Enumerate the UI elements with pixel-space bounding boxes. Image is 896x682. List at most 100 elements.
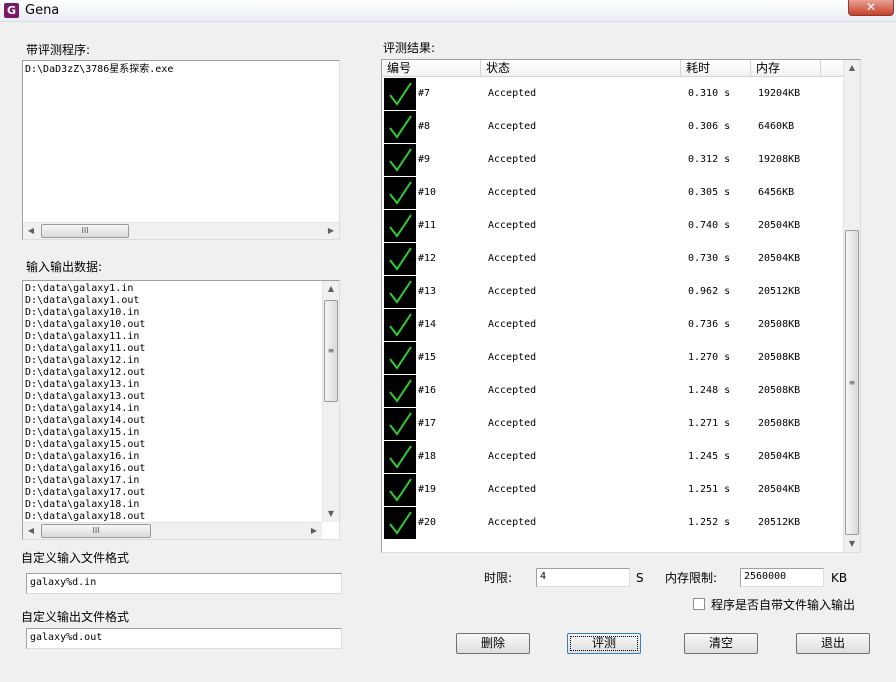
result-memory: 20504KB — [758, 220, 801, 231]
io-file-item[interactable]: D:\data\galaxy1.out — [23, 295, 339, 307]
result-row[interactable]: #18 Accepted 1.245 s 20504KB — [382, 440, 844, 473]
custom-output-label: 自定义输出文件格式 — [21, 610, 130, 624]
check-icon — [384, 276, 416, 308]
result-row[interactable]: #9 Accepted 0.312 s 19208KB — [382, 143, 844, 176]
result-row[interactable]: #16 Accepted 1.248 s 20508KB — [382, 374, 844, 407]
result-id: #15 — [418, 352, 437, 363]
own-file-io-checkbox[interactable] — [693, 598, 705, 610]
column-header-memory[interactable]: 内存 — [751, 60, 821, 77]
result-status: Accepted — [488, 154, 537, 165]
results-label: 评测结果: — [383, 41, 436, 55]
time-unit: S — [636, 571, 644, 585]
check-icon — [384, 375, 416, 407]
result-status: Accepted — [488, 418, 537, 429]
result-id: #17 — [418, 418, 437, 429]
io-file-item[interactable]: D:\data\galaxy12.out — [23, 367, 339, 379]
result-row[interactable]: #10 Accepted 0.305 s 6456KB — [382, 176, 844, 209]
scroll-down-icon[interactable]: ▼ — [323, 506, 339, 522]
result-time: 0.310 s — [688, 88, 731, 99]
memory-limit-field[interactable]: 2560000 — [740, 568, 824, 587]
io-file-item[interactable]: D:\data\galaxy13.out — [23, 391, 339, 403]
clear-button[interactable]: 清空 — [684, 633, 758, 654]
results-vscrollbar[interactable]: ▲ ≡ ▼ — [843, 60, 860, 552]
check-icon — [384, 474, 416, 506]
scroll-right-icon[interactable]: ▶ — [306, 523, 322, 539]
time-limit-field[interactable]: 4 — [536, 568, 630, 587]
result-memory: 20508KB — [758, 418, 801, 429]
result-memory: 20512KB — [758, 286, 801, 297]
io-hscrollbar[interactable]: ◀ III ▶ — [23, 522, 322, 539]
result-time: 0.730 s — [688, 253, 731, 264]
result-row[interactable]: #11 Accepted 0.740 s 20504KB — [382, 209, 844, 242]
result-time: 0.306 s — [688, 121, 731, 132]
result-row[interactable]: #7 Accepted 0.310 s 19204KB — [382, 77, 844, 110]
result-id: #11 — [418, 220, 437, 231]
program-hscrollbar[interactable]: ◀ III ▶ — [23, 222, 339, 239]
result-row[interactable]: #20 Accepted 1.252 s 20512KB — [382, 506, 844, 539]
result-memory: 19208KB — [758, 154, 801, 165]
column-header-id[interactable]: 编号 — [382, 60, 481, 77]
scroll-left-icon[interactable]: ◀ — [23, 223, 39, 239]
check-icon — [384, 78, 416, 110]
io-file-item[interactable]: D:\data\galaxy17.in — [23, 475, 339, 487]
result-memory: 19204KB — [758, 88, 801, 99]
result-id: #8 — [418, 121, 431, 132]
exit-button[interactable]: 退出 — [796, 633, 870, 654]
io-file-item[interactable]: D:\data\galaxy18.in — [23, 499, 339, 511]
program-path-box[interactable]: D:\DaD3zZ\3786星系探索.exe ◀ III ▶ — [22, 60, 340, 240]
io-file-item[interactable]: D:\data\galaxy14.out — [23, 415, 339, 427]
io-data-list[interactable]: D:\data\galaxy1.in D:\data\galaxy1.out D:\… — [22, 280, 340, 540]
check-icon — [384, 507, 416, 539]
result-memory: 20504KB — [758, 253, 801, 264]
own-file-io-label[interactable]: 程序是否自带文件输入输出 — [711, 596, 855, 613]
io-vscroll-thumb[interactable]: ≡ — [324, 300, 338, 402]
scroll-left-icon[interactable]: ◀ — [23, 523, 39, 539]
io-file-item[interactable]: D:\data\galaxy16.out — [23, 463, 339, 475]
results-list[interactable]: 编号 状态 耗时 内存 #7 Accepted 0.310 s 19204KB #8 Ac… — [381, 59, 861, 553]
result-row[interactable]: #8 Accepted 0.306 s 6460KB — [382, 110, 844, 143]
io-file-item[interactable]: D:\data\galaxy12.in — [23, 355, 339, 367]
scroll-up-icon[interactable]: ▲ — [844, 60, 860, 76]
result-row[interactable]: #12 Accepted 0.730 s 20504KB — [382, 242, 844, 275]
custom-input-label: 自定义输入文件格式 — [21, 551, 130, 565]
result-id: #10 — [418, 187, 437, 198]
result-row[interactable]: #13 Accepted 0.962 s 20512KB — [382, 275, 844, 308]
result-id: #16 — [418, 385, 437, 396]
result-row[interactable]: #17 Accepted 1.271 s 20508KB — [382, 407, 844, 440]
result-time: 1.252 s — [688, 517, 731, 528]
result-id: #18 — [418, 451, 437, 462]
custom-output-format-field[interactable]: galaxy%d.out — [26, 628, 342, 649]
delete-button[interactable]: 删除 — [456, 633, 530, 654]
io-file-item[interactable]: D:\data\galaxy10.out — [23, 319, 339, 331]
io-file-item[interactable]: D:\data\galaxy10.in — [23, 307, 339, 319]
judge-button[interactable]: 评测 — [567, 633, 641, 654]
result-row[interactable]: #14 Accepted 0.736 s 20508KB — [382, 308, 844, 341]
io-file-item[interactable]: D:\data\galaxy1.in — [23, 283, 339, 295]
result-row[interactable]: #15 Accepted 1.270 s 20508KB — [382, 341, 844, 374]
title-bar[interactable]: G Gena ✕ — [0, 0, 896, 22]
io-file-item[interactable]: D:\data\galaxy16.in — [23, 451, 339, 463]
scroll-down-icon[interactable]: ▼ — [844, 536, 860, 552]
results-vscroll-thumb[interactable]: ≡ — [845, 230, 859, 535]
io-file-item[interactable]: D:\data\galaxy11.in — [23, 331, 339, 343]
io-file-item[interactable]: D:\data\galaxy15.in — [23, 427, 339, 439]
program-hscroll-thumb[interactable]: III — [41, 224, 129, 238]
io-file-item[interactable]: D:\data\galaxy11.out — [23, 343, 339, 355]
column-header-status[interactable]: 状态 — [481, 60, 681, 77]
io-file-item[interactable]: D:\data\galaxy17.out — [23, 487, 339, 499]
io-file-item[interactable]: D:\data\galaxy13.in — [23, 379, 339, 391]
custom-input-format-field[interactable]: galaxy%d.in — [26, 573, 342, 594]
result-time: 0.312 s — [688, 154, 731, 165]
time-limit-label: 时限: — [484, 571, 513, 585]
io-vscrollbar[interactable]: ▲ ≡ ▼ — [322, 281, 339, 522]
scroll-right-icon[interactable]: ▶ — [323, 223, 339, 239]
io-file-item[interactable]: D:\data\galaxy14.in — [23, 403, 339, 415]
close-window-button[interactable]: ✕ — [848, 0, 894, 16]
result-row[interactable]: #19 Accepted 1.251 s 20504KB — [382, 473, 844, 506]
scroll-up-icon[interactable]: ▲ — [323, 281, 339, 297]
result-status: Accepted — [488, 187, 537, 198]
io-hscroll-thumb[interactable]: III — [41, 524, 151, 538]
result-memory: 6460KB — [758, 121, 795, 132]
io-file-item[interactable]: D:\data\galaxy15.out — [23, 439, 339, 451]
column-header-time[interactable]: 耗时 — [681, 60, 751, 77]
